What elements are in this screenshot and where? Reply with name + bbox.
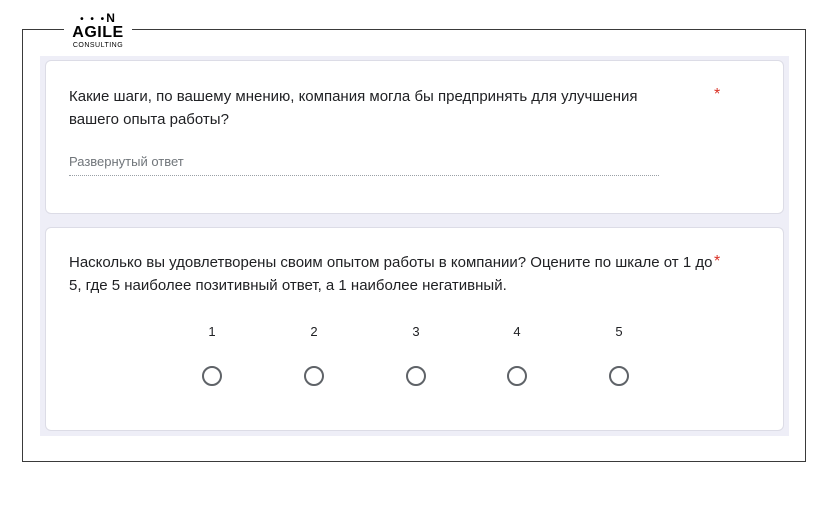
radio-button-3[interactable] [406, 366, 426, 386]
question-card-improvements: Какие шаги, по вашему мнению, компания м… [45, 60, 784, 214]
scale-option-1: 1 [192, 324, 232, 386]
question-title: Какие шаги, по вашему мнению, компания м… [69, 88, 638, 128]
required-asterisk: * [714, 253, 721, 270]
scale-label: 4 [513, 324, 521, 339]
radio-button-4[interactable] [507, 366, 527, 386]
linear-scale: 1 2 3 4 5 [46, 324, 785, 394]
required-asterisk: * [714, 86, 721, 103]
answer-placeholder: Развернутый ответ [69, 154, 184, 169]
scale-option-5: 5 [599, 324, 639, 386]
scale-option-3: 3 [396, 324, 436, 386]
logo-main-text: AGILE [72, 24, 124, 41]
radio-button-2[interactable] [304, 366, 324, 386]
logo-top-text: N [106, 11, 116, 25]
logo-sub-text: CONSULTING [72, 42, 124, 49]
agile-consulting-logo: • • •N AGILE CONSULTING [64, 11, 132, 53]
scale-label: 3 [412, 324, 420, 339]
scale-label: 2 [310, 324, 318, 339]
scale-label: 5 [615, 324, 623, 339]
long-answer-input[interactable]: Развернутый ответ [69, 153, 659, 176]
scale-label: 1 [208, 324, 216, 339]
scale-option-4: 4 [497, 324, 537, 386]
question-card-satisfaction: Насколько вы удовлетворены своим опытом … [45, 227, 784, 431]
scale-option-2: 2 [294, 324, 334, 386]
radio-button-5[interactable] [609, 366, 629, 386]
logo-top: • • •N [64, 11, 132, 25]
radio-button-1[interactable] [202, 366, 222, 386]
question-title: Насколько вы удовлетворены своим опытом … [69, 254, 713, 294]
